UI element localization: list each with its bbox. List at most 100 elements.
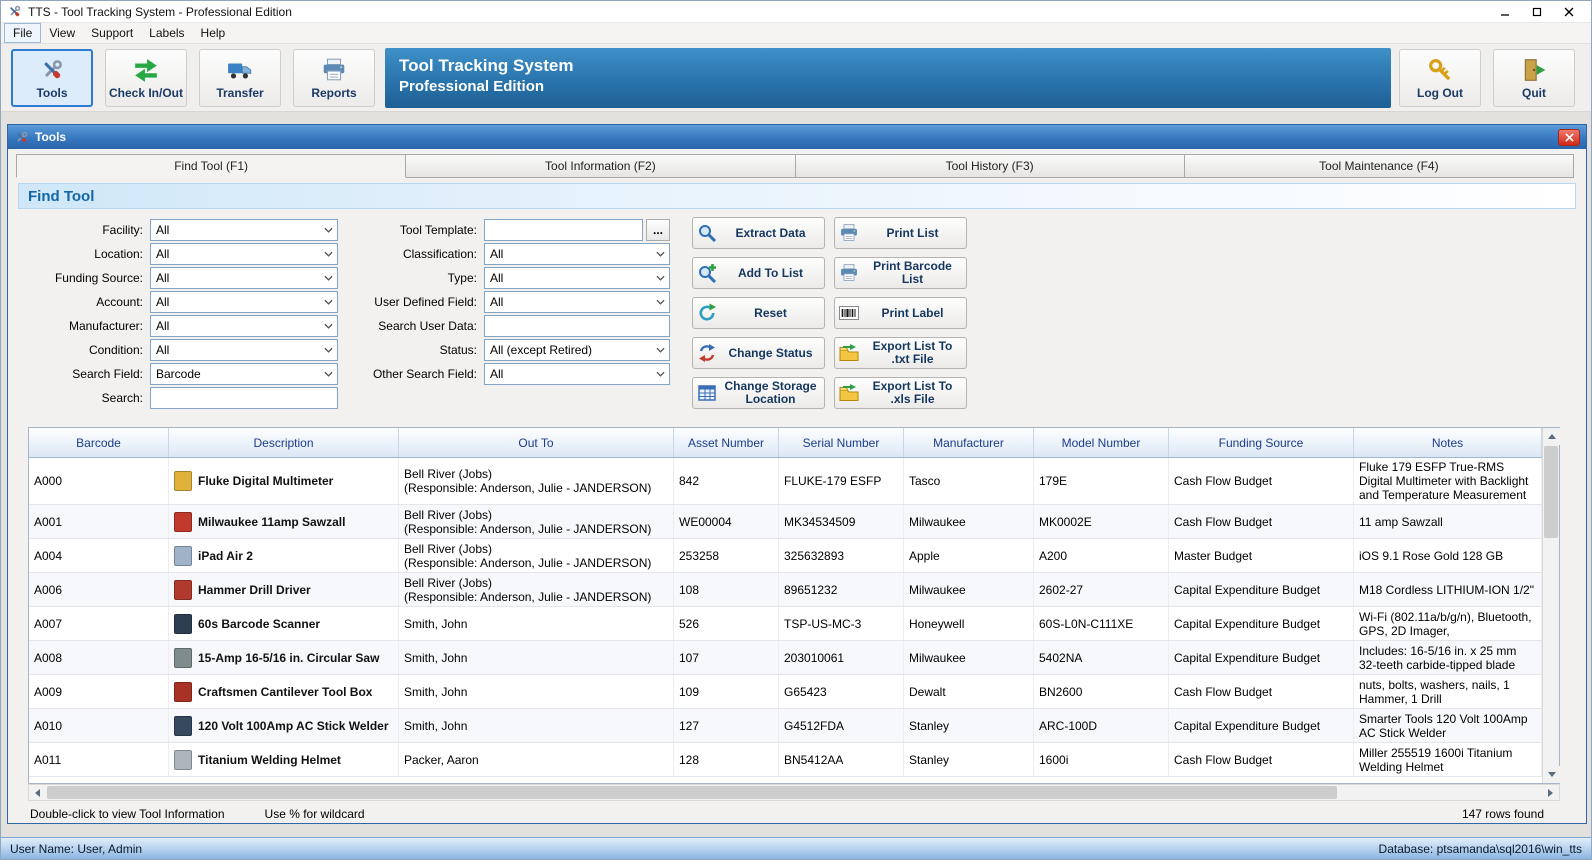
vertical-scroll-thumb[interactable] — [1544, 446, 1558, 538]
export-list-to-xls-file-button[interactable]: Export List To .xls File — [834, 377, 967, 409]
tool-template-input[interactable] — [484, 219, 643, 241]
condition-combo[interactable]: All — [150, 339, 338, 361]
cell: G4512FDA — [779, 709, 904, 742]
minimize-button[interactable] — [1489, 1, 1521, 22]
toolbar-button-transfer[interactable]: Transfer — [199, 49, 281, 107]
status-combo[interactable]: All (except Retired) — [484, 339, 670, 361]
chevron-down-icon[interactable] — [652, 365, 668, 383]
column-header-description[interactable]: Description — [169, 428, 399, 457]
manufacturer-combo[interactable]: All — [150, 315, 338, 337]
chevron-down-icon[interactable] — [320, 365, 336, 383]
account-combo[interactable]: All — [150, 291, 338, 313]
scroll-up-button[interactable] — [1543, 428, 1560, 445]
scroll-left-button[interactable] — [29, 785, 46, 800]
toolbar-button-log-out[interactable]: Log Out — [1399, 49, 1481, 107]
cell: A004 — [29, 539, 169, 572]
column-header-barcode[interactable]: Barcode — [29, 428, 169, 457]
menu-item-view[interactable]: View — [41, 24, 83, 42]
description-cell: 15-Amp 16-5/16 in. Circular Saw — [169, 641, 399, 674]
print-label-button[interactable]: Print Label — [834, 297, 967, 329]
scroll-right-button[interactable] — [1542, 785, 1559, 800]
tools-window: Tools Find Tool (F1) Tool Information (F2… — [7, 124, 1587, 824]
description-text: 60s Barcode Scanner — [198, 616, 321, 631]
chevron-down-icon[interactable] — [320, 341, 336, 359]
horizontal-scrollbar[interactable] — [28, 784, 1560, 801]
chevron-down-icon[interactable] — [652, 341, 668, 359]
cell: A200 — [1034, 539, 1169, 572]
location-combo[interactable]: All — [150, 243, 338, 265]
other-search-field-combo[interactable]: All — [484, 363, 670, 385]
add-to-list-button[interactable]: Add To List — [692, 257, 825, 289]
column-header-manufacturer[interactable]: Manufacturer — [904, 428, 1034, 457]
scroll-down-button[interactable] — [1543, 766, 1560, 783]
table-row[interactable]: A008 15-Amp 16-5/16 in. Circular Saw Smith… — [29, 641, 1542, 675]
print-barcode-list-button[interactable]: Print Barcode List — [834, 257, 967, 289]
action-button-label: Change Storage Location — [724, 379, 817, 406]
chevron-down-icon[interactable] — [652, 245, 668, 263]
table-row[interactable]: A000 Fluke Digital Multimeter Bell River (… — [29, 458, 1542, 505]
facility-combo[interactable]: All — [150, 219, 338, 241]
tab-tool-history-f3[interactable]: Tool History (F3) — [795, 154, 1185, 178]
menu-item-support[interactable]: Support — [83, 24, 141, 42]
close-button[interactable] — [1553, 1, 1585, 22]
table-row[interactable]: A004 iPad Air 2 Bell River (Jobs) (Respons… — [29, 539, 1542, 573]
chevron-down-icon[interactable] — [320, 221, 336, 239]
search-user-data-input[interactable] — [484, 315, 670, 337]
chevron-down-icon — [655, 371, 665, 377]
form-row-funding-source: Funding Source: All — [22, 267, 338, 289]
cell: 526 — [674, 607, 779, 640]
tool-thumbnail — [174, 681, 192, 702]
column-header-notes[interactable]: Notes — [1354, 428, 1542, 457]
change-storage-location-button[interactable]: Change Storage Location — [692, 377, 825, 409]
column-header-funding-source[interactable]: Funding Source — [1169, 428, 1354, 457]
toolbar-button-tools[interactable]: Tools — [11, 49, 93, 107]
tab-find-tool-f1[interactable]: Find Tool (F1) — [16, 154, 407, 178]
chevron-down-icon[interactable] — [652, 269, 668, 287]
column-header-serial-number[interactable]: Serial Number — [779, 428, 904, 457]
tab-tool-maintenance-f4[interactable]: Tool Maintenance (F4) — [1184, 154, 1574, 178]
table-row[interactable]: A011 Titanium Welding Helmet Packer, Aaron… — [29, 743, 1542, 777]
tools-window-titlebar[interactable]: Tools — [8, 125, 1586, 149]
user-defined-field-combo[interactable]: All — [484, 291, 670, 313]
table-row[interactable]: A007 60s Barcode Scanner Smith, John 526 TSP… — [29, 607, 1542, 641]
toolbar-button-quit[interactable]: Quit — [1493, 49, 1575, 107]
type-combo[interactable]: All — [484, 267, 670, 289]
column-header-model-number[interactable]: Model Number — [1034, 428, 1169, 457]
table-row[interactable]: A001 Milwaukee 11amp Sawzall Bell River (J… — [29, 505, 1542, 539]
form-row-search-field: Search Field: Barcode — [22, 363, 338, 385]
change-status-button[interactable]: Change Status — [692, 337, 825, 369]
search-field-combo[interactable]: Barcode — [150, 363, 338, 385]
funding-source-combo[interactable]: All — [150, 267, 338, 289]
menu-item-help[interactable]: Help — [193, 24, 234, 42]
chevron-down-icon[interactable] — [320, 245, 336, 263]
column-header-asset-number[interactable]: Asset Number — [674, 428, 779, 457]
menu-item-labels[interactable]: Labels — [141, 24, 192, 42]
toolbar-button-reports[interactable]: Reports — [293, 49, 375, 107]
toolbar-button-check-in-out[interactable]: Check In/Out — [105, 49, 187, 107]
export-list-to-txt-file-button[interactable]: Export List To .txt File — [834, 337, 967, 369]
reset-button[interactable]: Reset — [692, 297, 825, 329]
table-row[interactable]: A009 Craftsmen Cantilever Tool Box Smith, … — [29, 675, 1542, 709]
browse-button[interactable]: ... — [646, 219, 670, 241]
classification-combo[interactable]: All — [484, 243, 670, 265]
cell: Capital Expenditure Budget — [1169, 573, 1354, 606]
maximize-button[interactable] — [1521, 1, 1553, 22]
horizontal-scroll-thumb[interactable] — [47, 786, 1337, 799]
print-list-button[interactable]: Print List — [834, 217, 967, 249]
chevron-down-icon[interactable] — [652, 293, 668, 311]
table-row[interactable]: A010 120 Volt 100Amp AC Stick Welder Smith… — [29, 709, 1542, 743]
chevron-down-icon[interactable] — [320, 317, 336, 335]
cell: Stanley — [904, 743, 1034, 776]
search-input[interactable] — [150, 387, 338, 409]
extract-data-button[interactable]: Extract Data — [692, 217, 825, 249]
close-white-icon — [1564, 132, 1574, 142]
table-row[interactable]: A006 Hammer Drill Driver Bell River (Jobs)… — [29, 573, 1542, 607]
vertical-scrollbar[interactable] — [1542, 428, 1560, 783]
chevron-down-icon[interactable] — [320, 293, 336, 311]
menu-item-file[interactable]: File — [4, 23, 42, 43]
column-header-out-to[interactable]: Out To — [399, 428, 674, 457]
tools-window-close-button[interactable] — [1558, 128, 1580, 146]
tab-tool-information-f2[interactable]: Tool Information (F2) — [406, 154, 796, 178]
chevron-down-icon[interactable] — [320, 269, 336, 287]
description-cell: iPad Air 2 — [169, 539, 399, 572]
